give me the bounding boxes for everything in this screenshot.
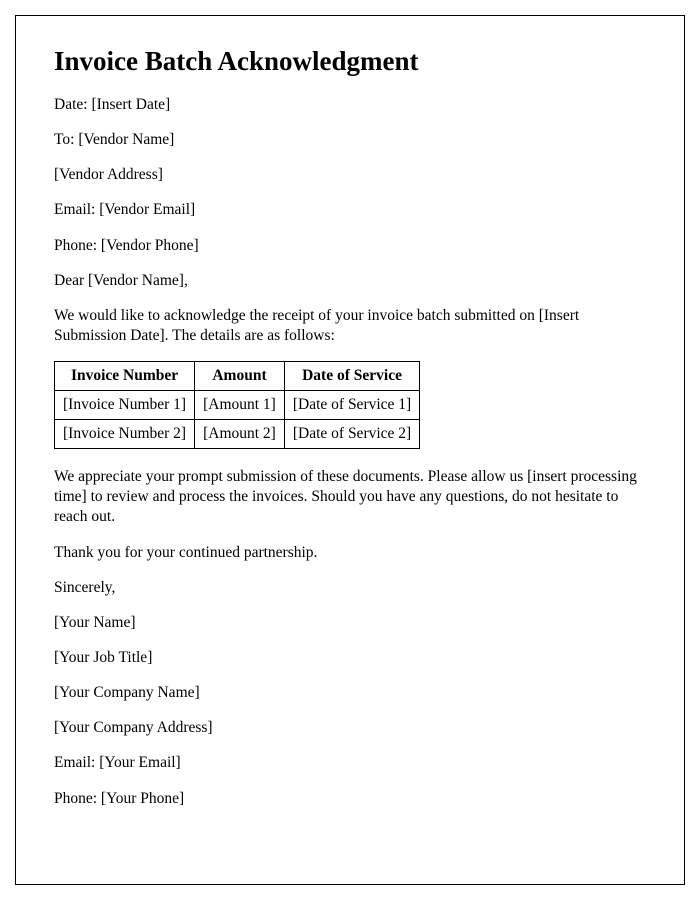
vendor-address-line: [Vendor Address] [54,165,646,185]
vendor-phone-line: Phone: [Vendor Phone] [54,236,646,256]
date-line: Date: [Insert Date] [54,95,646,115]
header-amount: Amount [195,362,285,391]
signature-company-address: [Your Company Address] [54,718,646,738]
document-frame: Invoice Batch Acknowledgment Date: [Inse… [15,15,685,885]
body-paragraph-2: Thank you for your continued partnership… [54,543,646,563]
closing-line: Sincerely, [54,578,646,598]
table-header-row: Invoice Number Amount Date of Service [55,362,420,391]
signature-phone: Phone: [Your Phone] [54,789,646,809]
signature-job-title: [Your Job Title] [54,648,646,668]
table-row: [Invoice Number 1] [Amount 1] [Date of S… [55,391,420,420]
cell-amount: [Amount 2] [195,420,285,449]
body-paragraph-1: We appreciate your prompt submission of … [54,467,646,527]
cell-amount: [Amount 1] [195,391,285,420]
signature-email: Email: [Your Email] [54,753,646,773]
document-title: Invoice Batch Acknowledgment [54,46,646,77]
table-row: [Invoice Number 2] [Amount 2] [Date of S… [55,420,420,449]
cell-invoice-number: [Invoice Number 2] [55,420,195,449]
salutation-line: Dear [Vendor Name], [54,271,646,291]
signature-name: [Your Name] [54,613,646,633]
invoice-table: Invoice Number Amount Date of Service [I… [54,361,420,449]
header-date-of-service: Date of Service [284,362,419,391]
to-line: To: [Vendor Name] [54,130,646,150]
intro-paragraph: We would like to acknowledge the receipt… [54,306,646,346]
signature-company-name: [Your Company Name] [54,683,646,703]
vendor-email-line: Email: [Vendor Email] [54,200,646,220]
cell-date-of-service: [Date of Service 2] [284,420,419,449]
cell-invoice-number: [Invoice Number 1] [55,391,195,420]
header-invoice-number: Invoice Number [55,362,195,391]
cell-date-of-service: [Date of Service 1] [284,391,419,420]
